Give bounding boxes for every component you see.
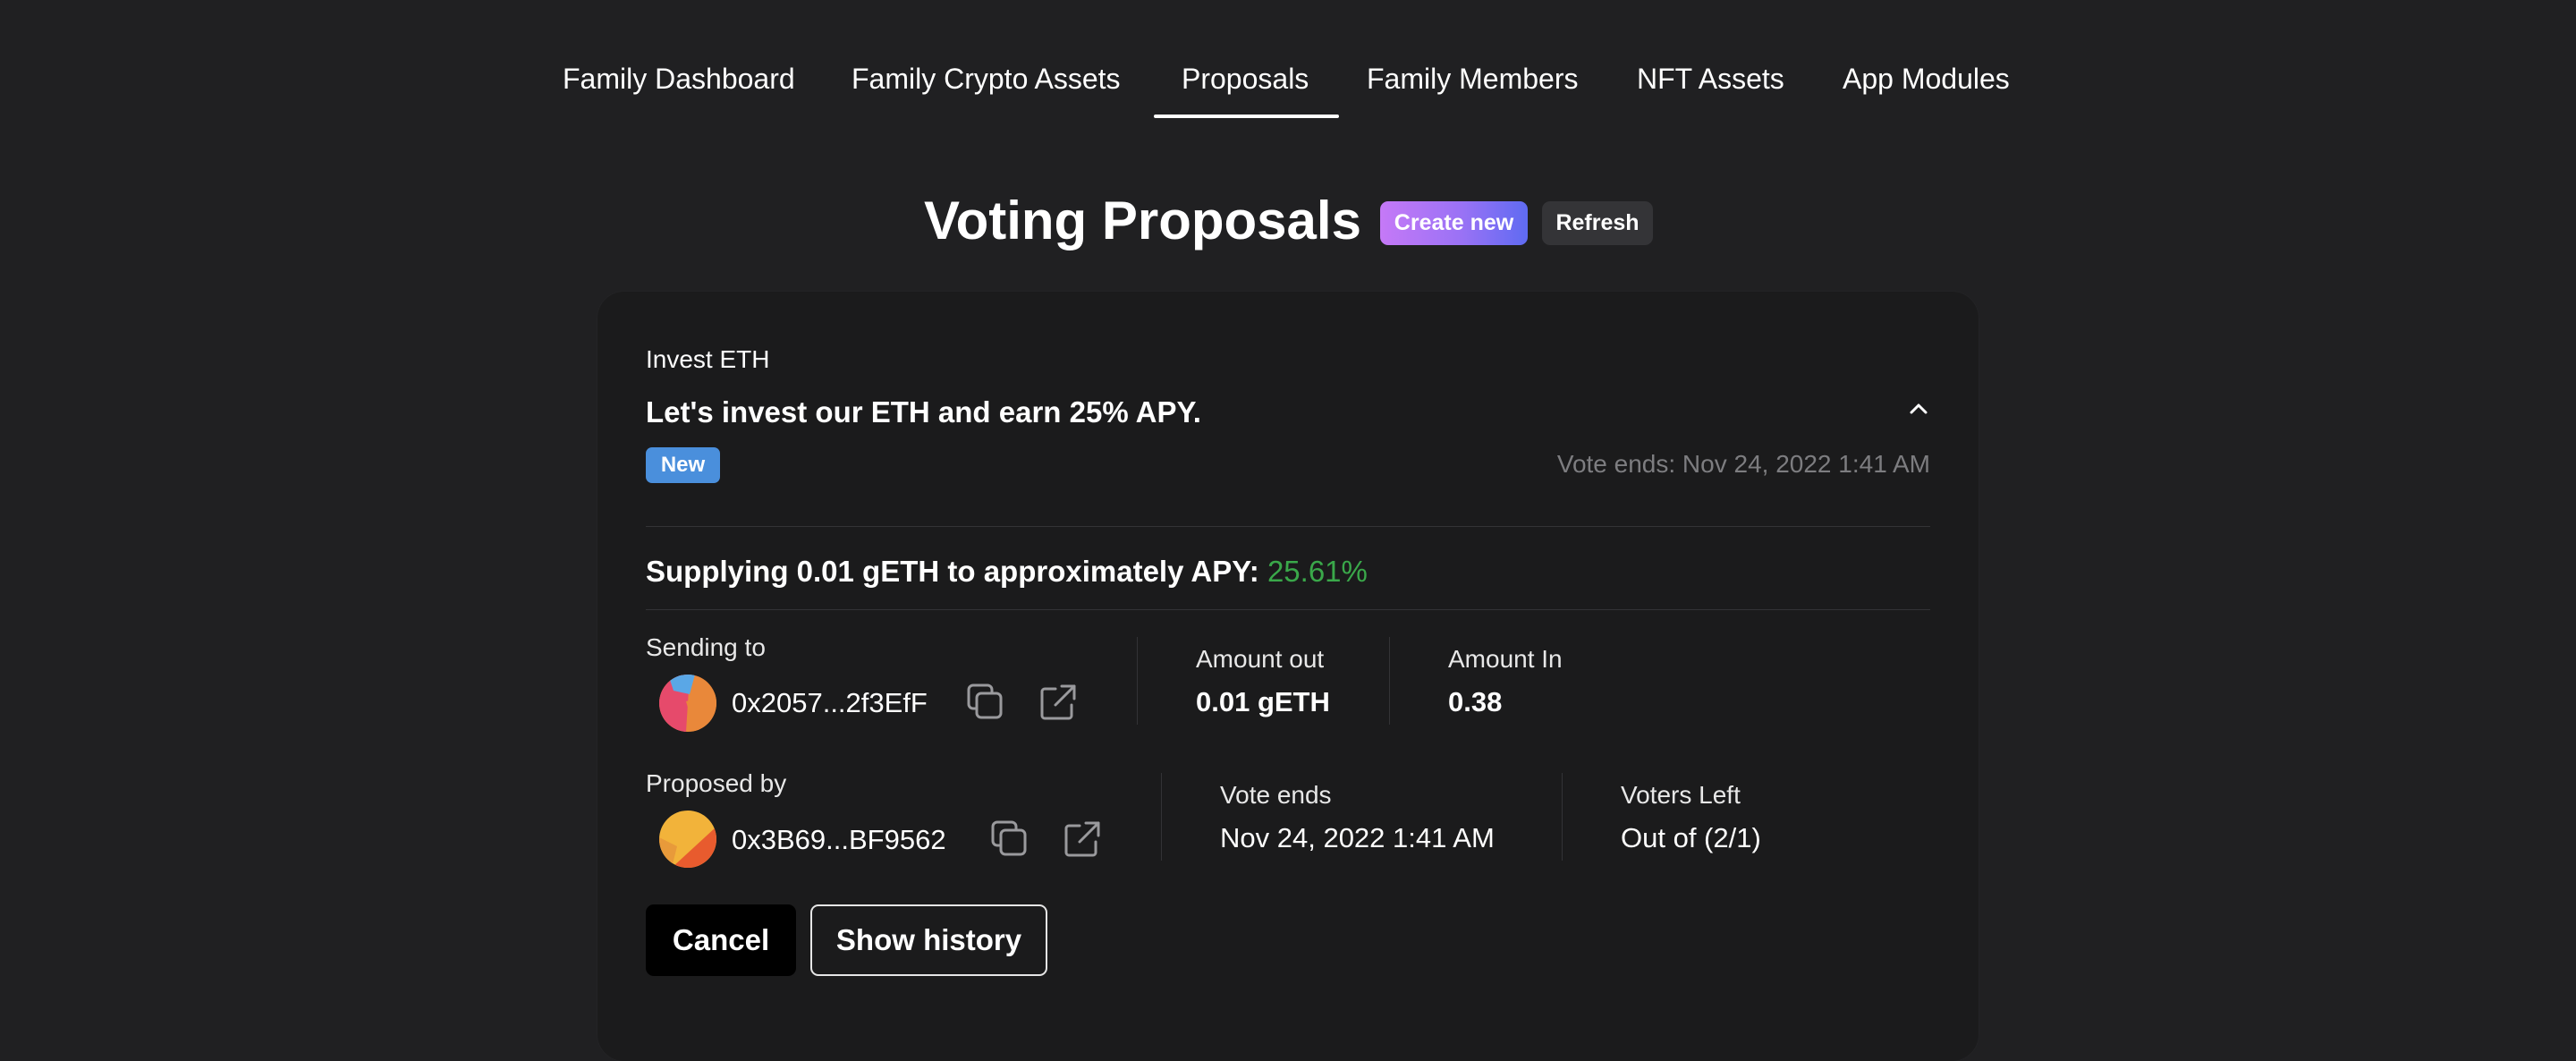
create-new-button[interactable]: Create new <box>1380 201 1528 245</box>
sending-to-address: 0x2057...2f3EfF <box>732 687 928 718</box>
proposed-by-address: 0x3B69...BF9562 <box>732 824 946 855</box>
top-nav: Family Dashboard Family Crypto Assets Pr… <box>0 0 2576 120</box>
proposed-by-label: Proposed by <box>646 769 787 797</box>
column-divider <box>1389 637 1390 725</box>
external-link-icon[interactable] <box>1062 819 1103 860</box>
column-divider <box>1137 637 1138 725</box>
divider <box>646 526 1930 527</box>
status-badge: New <box>646 447 720 483</box>
chevron-up-icon[interactable] <box>1905 395 1932 422</box>
column-divider <box>1562 773 1563 861</box>
show-history-button[interactable]: Show history <box>810 904 1047 976</box>
tab-app-modules[interactable]: App Modules <box>1843 63 2010 96</box>
tab-family-dashboard[interactable]: Family Dashboard <box>563 63 795 96</box>
tab-family-members[interactable]: Family Members <box>1367 63 1578 96</box>
avatar <box>659 675 716 732</box>
tab-nft-assets[interactable]: NFT Assets <box>1637 63 1784 96</box>
supply-text: Supplying 0.01 gETH to approximately APY… <box>646 555 1259 588</box>
vote-ends-label: Vote ends <box>1220 781 1332 809</box>
amount-out-label: Amount out <box>1196 645 1325 673</box>
sending-to-label: Sending to <box>646 633 766 661</box>
voters-left-label: Voters Left <box>1621 781 1741 809</box>
copy-icon[interactable] <box>989 819 1030 860</box>
page-title: Voting Proposals <box>924 191 1361 250</box>
divider <box>646 609 1930 610</box>
apy-value: 25.61% <box>1267 555 1368 588</box>
cancel-button[interactable]: Cancel <box>646 904 796 976</box>
vote-ends-summary: Vote ends: Nov 24, 2022 1:41 AM <box>1556 450 1930 478</box>
avatar <box>659 811 716 868</box>
amount-out-value: 0.01 gETH <box>1196 686 1330 717</box>
copy-icon[interactable] <box>965 682 1006 723</box>
proposal-title: Let's invest our ETH and earn 25% APY. <box>646 395 1201 429</box>
tab-family-crypto-assets[interactable]: Family Crypto Assets <box>852 63 1121 96</box>
refresh-button[interactable]: Refresh <box>1542 201 1653 245</box>
supply-summary: Supplying 0.01 gETH to approximately APY… <box>646 555 1368 589</box>
column-divider <box>1161 773 1162 861</box>
active-tab-indicator <box>1154 115 1339 118</box>
vote-ends-value: Nov 24, 2022 1:41 AM <box>1220 822 1495 853</box>
amount-in-label: Amount In <box>1448 645 1563 673</box>
voters-left-value: Out of (2/1) <box>1621 822 1761 853</box>
tab-proposals[interactable]: Proposals <box>1182 63 1309 96</box>
external-link-icon[interactable] <box>1038 682 1079 723</box>
amount-in-value: 0.38 <box>1448 686 1503 717</box>
proposal-category: Invest ETH <box>646 345 770 373</box>
